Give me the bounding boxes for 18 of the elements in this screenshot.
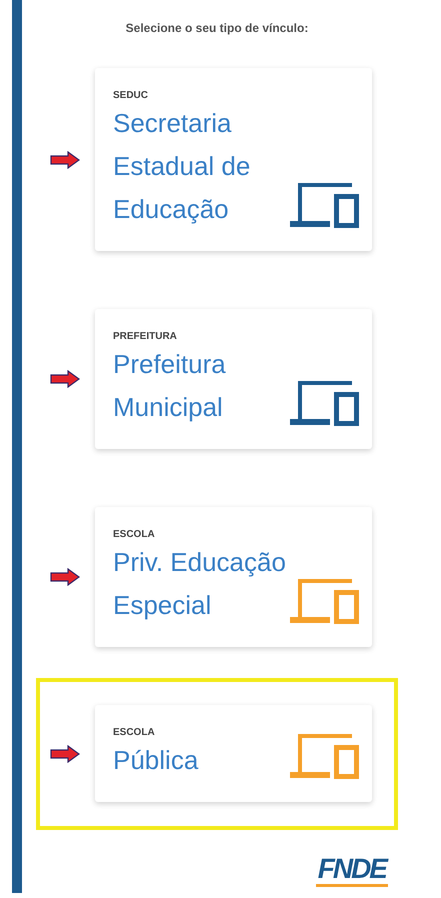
logo: FNDE — [316, 854, 388, 887]
arrow-icon — [50, 744, 80, 762]
option-title: Secretaria Estadual de Educação — [113, 107, 252, 226]
category-label: ESCOLA — [113, 529, 156, 541]
option-title: Pública — [113, 744, 198, 777]
category-label: PREFEITURA — [113, 331, 178, 343]
option-card[interactable]: ESCOLA Priv. Educação Especial — [95, 507, 372, 647]
heading-text: Selecione o seu tipo de vínculo: — [126, 21, 308, 35]
option-card[interactable]: ESCOLA Pública — [95, 705, 372, 802]
arrow-icon — [50, 370, 80, 388]
category-label: SEDUC — [113, 90, 150, 102]
option-title: Prefeitura Municipal — [113, 348, 227, 424]
arrow-icon — [50, 150, 80, 168]
option-card[interactable]: SEDUC Secretaria Estadual de Educação — [95, 68, 372, 251]
arrow-icon — [50, 568, 80, 586]
option-card[interactable]: PREFEITURA Prefeitura Municipal — [95, 309, 372, 449]
option-title: Priv. Educação Especial — [113, 546, 287, 622]
category-label: ESCOLA — [113, 727, 156, 739]
